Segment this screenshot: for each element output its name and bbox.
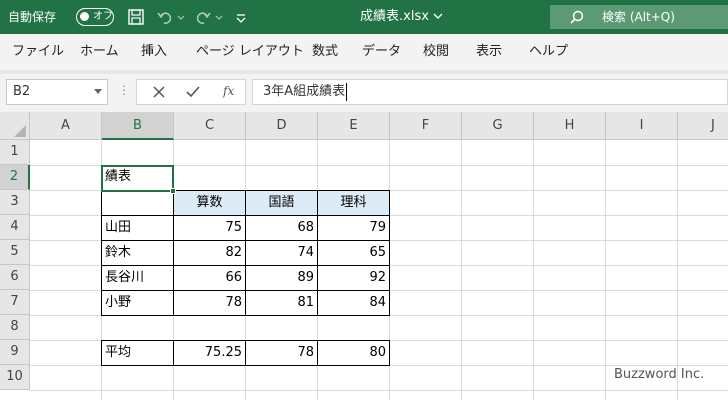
tab-formulas[interactable]: 数式 [312, 43, 338, 61]
row-header-6[interactable]: 6 [0, 265, 30, 290]
column-header-h[interactable]: H [534, 112, 606, 140]
autosave-toggle-text: オフ [93, 11, 113, 22]
name-box-value: B2 [13, 84, 31, 99]
ribbon-tabs: ファイル ホーム 挿入 ページ レイアウト 数式 データ 校閲 表示 ヘルプ [0, 34, 728, 70]
row-header-2[interactable]: 2 [0, 165, 30, 190]
gridline [30, 390, 728, 391]
redo-dropdown-icon[interactable] [214, 8, 224, 26]
tab-insert[interactable]: 挿入 [141, 43, 167, 61]
score-japanese[interactable]: 74 [245, 240, 318, 266]
cancel-icon[interactable] [151, 84, 167, 100]
tab-view[interactable]: 表示 [476, 43, 502, 61]
name-box[interactable]: B2 [6, 79, 108, 105]
column-header-g[interactable]: G [462, 112, 534, 140]
save-icon[interactable] [127, 8, 145, 26]
tab-file[interactable]: ファイル [12, 43, 64, 61]
score-science[interactable]: 84 [317, 290, 390, 316]
column-header-d[interactable]: D [246, 112, 318, 140]
column-header-b[interactable]: B [102, 112, 174, 140]
customize-toolbar-icon[interactable] [234, 8, 248, 26]
search-icon [570, 10, 584, 24]
tab-review[interactable]: 校閲 [423, 43, 449, 61]
row-header-9[interactable]: 9 [0, 340, 30, 365]
fill-handle[interactable] [170, 188, 176, 194]
row-header-10[interactable]: 10 [0, 365, 30, 390]
average-label[interactable]: 平均 [101, 340, 174, 366]
student-name[interactable]: 山田 [101, 215, 174, 241]
average-science[interactable]: 80 [317, 340, 390, 366]
text-caret [346, 83, 347, 101]
formula-bar-grip-icon: ⋮ [118, 83, 130, 97]
row-header-8[interactable]: 8 [0, 315, 30, 340]
score-math[interactable]: 82 [173, 240, 246, 266]
name-box-dropdown-icon[interactable] [94, 89, 102, 95]
column-header-f[interactable]: F [390, 112, 462, 140]
student-name[interactable]: 小野 [101, 290, 174, 316]
toggle-knob [80, 12, 89, 21]
row-header-3[interactable]: 3 [0, 190, 30, 215]
search-label: 検索 (Alt+Q) [602, 10, 675, 24]
gridline [461, 140, 462, 400]
header-japanese[interactable]: 国語 [245, 190, 318, 216]
student-name[interactable]: 長谷川 [101, 265, 174, 291]
score-japanese[interactable]: 89 [245, 265, 318, 291]
enter-icon[interactable] [185, 84, 201, 100]
insert-function-icon[interactable]: fx [223, 83, 234, 99]
formula-buttons: fx [136, 79, 246, 105]
chevron-down-icon[interactable] [432, 10, 444, 22]
tab-home[interactable]: ホーム [80, 43, 119, 61]
row-header-4[interactable]: 4 [0, 215, 30, 240]
score-science[interactable]: 79 [317, 215, 390, 241]
watermark: Buzzword Inc. [614, 367, 705, 382]
gridline [605, 140, 606, 400]
score-math[interactable]: 75 [173, 215, 246, 241]
gridline [677, 140, 678, 400]
header-math[interactable]: 算数 [173, 190, 246, 216]
cell-b3[interactable] [101, 190, 174, 216]
select-all-corner[interactable] [0, 112, 30, 140]
column-header-a[interactable]: A [30, 112, 102, 140]
score-science[interactable]: 92 [317, 265, 390, 291]
undo-dropdown-icon[interactable] [176, 8, 186, 26]
score-japanese[interactable]: 81 [245, 290, 318, 316]
title-bar: 自動保存 オフ 成績表.xlsx 検索 (Alt+Q) [0, 0, 728, 34]
autosave-label: 自動保存 [8, 10, 57, 24]
column-header-i[interactable]: I [606, 112, 678, 140]
student-name[interactable]: 鈴木 [101, 240, 174, 266]
redo-icon[interactable] [194, 8, 212, 26]
row-header-7[interactable]: 7 [0, 290, 30, 315]
formula-content: 3年A組成績表 [263, 84, 346, 99]
tab-help[interactable]: ヘルプ [529, 43, 568, 61]
score-math[interactable]: 66 [173, 265, 246, 291]
row-header-5[interactable]: 5 [0, 240, 30, 265]
score-math[interactable]: 78 [173, 290, 246, 316]
column-header-j[interactable]: J [678, 112, 728, 140]
undo-icon[interactable] [156, 8, 174, 26]
column-header-e[interactable]: E [318, 112, 390, 140]
score-science[interactable]: 65 [317, 240, 390, 266]
autosave-toggle[interactable]: オフ [76, 8, 114, 26]
tab-data[interactable]: データ [362, 43, 401, 61]
formula-input[interactable]: 3年A組成績表 [252, 79, 728, 105]
gridline [533, 140, 534, 400]
column-header-c[interactable]: C [174, 112, 246, 140]
active-cell-border [101, 165, 174, 192]
average-japanese[interactable]: 78 [245, 340, 318, 366]
tab-page-layout[interactable]: ページ レイアウト [196, 43, 304, 61]
formula-bar: B2 ⋮ fx 3年A組成績表 [0, 74, 728, 112]
header-science[interactable]: 理科 [317, 190, 390, 216]
search-box[interactable]: 検索 (Alt+Q) [550, 5, 728, 29]
average-math[interactable]: 75.25 [173, 340, 246, 366]
select-all-icon [14, 125, 26, 137]
file-title[interactable]: 成績表.xlsx [360, 9, 429, 25]
row-header-1[interactable]: 1 [0, 140, 30, 165]
score-japanese[interactable]: 68 [245, 215, 318, 241]
